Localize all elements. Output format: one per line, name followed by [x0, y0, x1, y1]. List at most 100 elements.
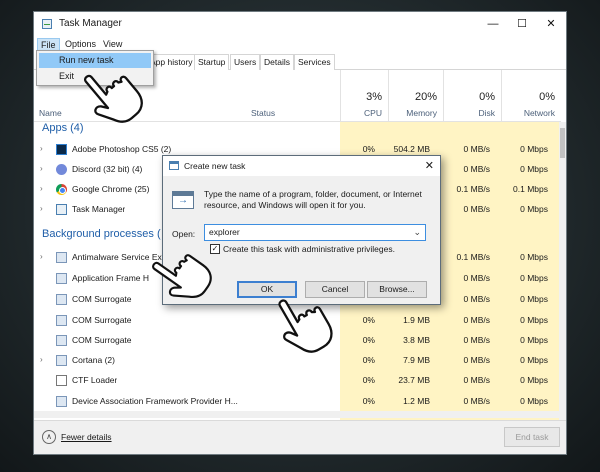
chevron-right-icon[interactable]: › [40, 252, 43, 261]
network-value: 0 Mbps [520, 315, 548, 325]
network-value: 0 Mbps [520, 375, 548, 385]
memory-value: 504.2 MB [393, 144, 430, 154]
disk-value: 0 MB/s [463, 396, 490, 406]
window-icon [56, 294, 67, 305]
window-icon [56, 335, 67, 346]
network-value: 0 Mbps [520, 144, 548, 154]
chevron-down-icon[interactable]: ⌄ [413, 225, 421, 240]
end-task-button[interactable]: End task [504, 427, 560, 447]
photoshop-icon [56, 144, 67, 155]
tab-startup[interactable]: Startup [194, 54, 230, 70]
tab-services[interactable]: Services [294, 54, 335, 70]
menu-options[interactable]: Options [62, 38, 99, 50]
column-status[interactable]: Status [244, 70, 340, 122]
disk-value: 0.1 MB/s [456, 252, 490, 262]
disk-value: 0 MB/s [463, 315, 490, 325]
disk-value: 0 MB/s [463, 144, 490, 154]
disk-value: 0 MB/s [463, 355, 490, 365]
dialog-description: Type the name of a program, folder, docu… [204, 189, 422, 210]
chevron-right-icon[interactable]: › [40, 355, 43, 364]
dialog-title-bar: Create new task ✕ [163, 156, 440, 176]
column-status-label: Status [251, 108, 276, 118]
network-value: 0 Mbps [520, 252, 548, 262]
minimize-button[interactable]: — [482, 16, 504, 32]
menu-view[interactable]: View [100, 38, 125, 50]
network-value: 0 Mbps [520, 335, 548, 345]
dialog-title: Create new task [184, 161, 246, 171]
column-network[interactable]: 0% Network [501, 70, 561, 122]
open-combobox[interactable]: explorer ⌄ [204, 224, 426, 241]
chevron-right-icon[interactable]: › [40, 164, 43, 173]
cpu-value: 0% [362, 315, 375, 325]
network-value: 0 Mbps [520, 164, 548, 174]
pointer-hand-icon [152, 254, 212, 299]
discord-icon [56, 164, 67, 175]
memory-value: 1.9 MB [403, 315, 430, 325]
disk-value: 0 MB/s [463, 164, 490, 174]
disk-value: 0 MB/s [463, 375, 490, 385]
table-row[interactable]: Device Association Framework Provider H.… [34, 391, 561, 411]
disk-percent: 0% [479, 91, 495, 103]
task-manager-icon [42, 19, 52, 29]
horizontal-scrollbar[interactable] [34, 411, 561, 418]
process-name: COM Surrogate [72, 294, 132, 304]
vertical-scrollbar[interactable] [559, 122, 566, 427]
window-icon [56, 315, 67, 326]
process-name: COM Surrogate [72, 335, 132, 345]
chevron-up-icon[interactable]: ∧ [42, 430, 56, 444]
disk-value: 0 MB/s [463, 335, 490, 345]
window-icon [56, 355, 67, 366]
dialog-close-icon[interactable]: ✕ [425, 159, 434, 172]
network-value: 0 Mbps [520, 294, 548, 304]
window-icon [56, 252, 67, 263]
process-name: Adobe Photoshop CS5 (2) [72, 144, 172, 154]
cpu-value: 0% [362, 355, 375, 365]
close-button[interactable]: ✕ [540, 16, 562, 32]
process-name: Discord (32 bit) (4) [72, 164, 143, 174]
column-memory[interactable]: 20% Memory [388, 70, 443, 122]
process-name: Application Frame H [72, 273, 150, 283]
pointer-hand-icon [84, 74, 143, 123]
table-row[interactable]: CTF Loader 0% 23.7 MB 0 MB/s 0 Mbps [34, 370, 561, 390]
tab-details[interactable]: Details [260, 54, 294, 70]
memory-value: 7.9 MB [403, 355, 430, 365]
memory-label: Memory [406, 108, 437, 118]
network-label: Network [523, 108, 555, 118]
memory-value: 23.7 MB [398, 375, 430, 385]
network-value: 0 Mbps [520, 355, 548, 365]
memory-value: 1.2 MB [403, 396, 430, 406]
chevron-right-icon[interactable]: › [40, 184, 43, 193]
tab-users[interactable]: Users [230, 54, 261, 70]
fewer-details-link[interactable]: Fewer details [61, 432, 112, 442]
task-manager-icon [56, 204, 67, 215]
browse-button[interactable]: Browse... [367, 281, 427, 298]
network-percent: 0% [539, 91, 555, 103]
ctf-icon [56, 375, 67, 386]
title-bar: Task Manager — ☐ ✕ [34, 12, 566, 36]
process-name: COM Surrogate [72, 315, 132, 325]
memory-percent: 20% [414, 91, 437, 103]
disk-value: 0 MB/s [463, 273, 490, 283]
chrome-icon [56, 184, 67, 195]
chevron-right-icon[interactable]: › [40, 204, 43, 213]
scroll-thumb[interactable] [560, 128, 565, 158]
disk-value: 0.1 MB/s [456, 184, 490, 194]
window-title: Task Manager [59, 18, 122, 29]
network-value: 0 Mbps [520, 396, 548, 406]
run-window-icon [169, 161, 179, 170]
section-background: Background processes ( [42, 228, 161, 240]
chevron-right-icon[interactable]: › [40, 144, 43, 153]
cpu-value: 0% [362, 375, 375, 385]
run-icon [172, 191, 194, 209]
process-name: Cortana (2) [72, 355, 115, 365]
process-name: Device Association Framework Provider H.… [72, 396, 238, 406]
column-cpu[interactable]: 3% CPU [340, 70, 388, 122]
disk-value: 0 MB/s [463, 294, 490, 304]
admin-privileges-label: Create this task with administrative pri… [223, 244, 395, 254]
column-name-label: Name [39, 108, 62, 118]
window-icon [56, 396, 67, 407]
window-icon [56, 273, 67, 284]
column-disk[interactable]: 0% Disk [443, 70, 501, 122]
maximize-button[interactable]: ☐ [511, 16, 533, 32]
network-value: 0.1 Mbps [513, 184, 548, 194]
